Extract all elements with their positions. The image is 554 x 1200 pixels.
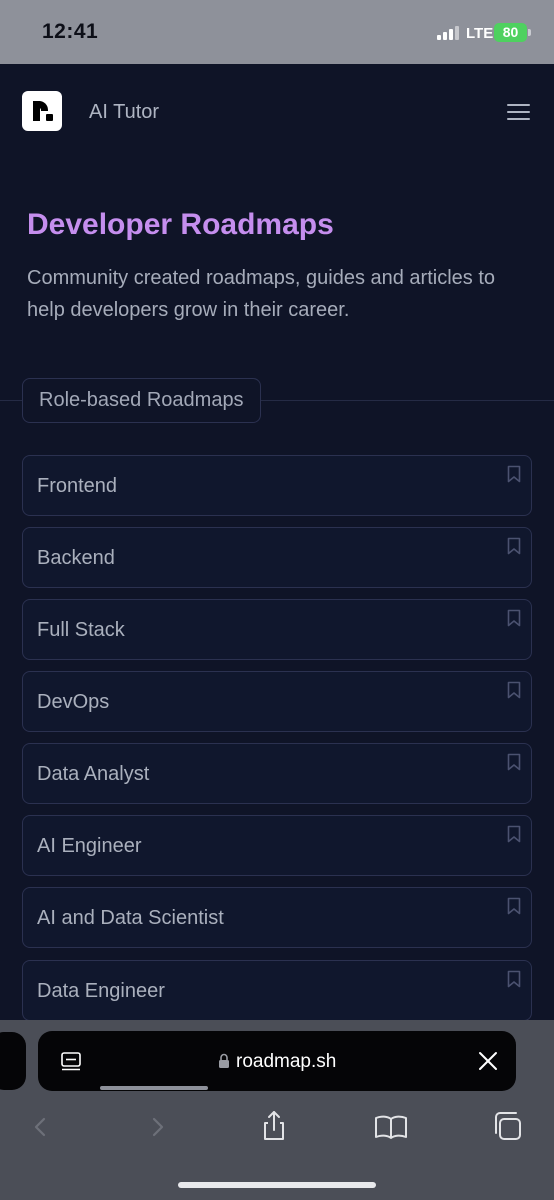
- home-indicator[interactable]: [178, 1182, 376, 1188]
- app-frame: 12:41 LTE 80 AI Tutor Developer Roadmaps…: [0, 0, 554, 1200]
- section-label: Role-based Roadmaps: [22, 378, 261, 423]
- previous-tab-preview[interactable]: [0, 1032, 26, 1090]
- tab-scroll-indicator: [100, 1086, 208, 1090]
- roadmap-card-backend[interactable]: Backend: [22, 527, 532, 588]
- status-bar: 12:41 LTE 80: [0, 0, 554, 64]
- url-text: roadmap.sh: [236, 1051, 337, 1072]
- address-bar[interactable]: roadmap.sh: [38, 1031, 516, 1091]
- battery-level: 80: [494, 23, 527, 42]
- roadmap-label: DevOps: [37, 691, 110, 713]
- roadmap-card-ai-engineer[interactable]: AI Engineer: [22, 815, 532, 876]
- roadmap-label: Data Analyst: [37, 763, 150, 785]
- lock-icon: [219, 1053, 229, 1068]
- bookmark-icon[interactable]: [507, 537, 521, 555]
- bookmarks-icon[interactable]: [371, 1106, 411, 1146]
- network-type: LTE: [466, 25, 494, 42]
- page-title: Developer Roadmaps: [27, 208, 334, 241]
- roadmap-label: Backend: [37, 547, 115, 569]
- roadmap-label: AI and Data Scientist: [37, 907, 224, 929]
- back-icon[interactable]: [20, 1106, 60, 1146]
- share-icon[interactable]: [254, 1106, 294, 1146]
- page-description: Community created roadmaps, guides and a…: [27, 267, 496, 321]
- bookmark-icon[interactable]: [507, 609, 521, 627]
- roadmap-label: Data Engineer: [37, 980, 165, 1002]
- bookmark-icon[interactable]: [507, 465, 521, 483]
- close-icon[interactable]: [476, 1049, 500, 1073]
- cellular-signal-icon: [437, 26, 459, 40]
- forward-icon[interactable]: [138, 1106, 178, 1146]
- battery-icon: [528, 29, 531, 36]
- roadmap-label: Frontend: [37, 475, 118, 497]
- tabs-icon[interactable]: [489, 1106, 529, 1146]
- browser-toolbar: [0, 1098, 554, 1158]
- roadmap-card-data-engineer[interactable]: Data Engineer: [22, 960, 532, 1021]
- roadmap-card-devops[interactable]: DevOps: [22, 671, 532, 732]
- roadmap-card-ai-data-scientist[interactable]: AI and Data Scientist: [22, 887, 532, 948]
- app-header: AI Tutor: [0, 64, 554, 160]
- roadmap-card-full-stack[interactable]: Full Stack: [22, 599, 532, 660]
- bookmark-icon[interactable]: [507, 753, 521, 771]
- ai-tutor-link[interactable]: AI Tutor: [89, 101, 159, 124]
- roadmap-label: AI Engineer: [37, 835, 142, 857]
- roadmap-label: Full Stack: [37, 619, 125, 641]
- status-time: 12:41: [42, 20, 99, 43]
- roadmap-card-frontend[interactable]: Frontend: [22, 455, 532, 516]
- bookmark-icon[interactable]: [507, 681, 521, 699]
- bookmark-icon[interactable]: [507, 970, 521, 988]
- bookmark-icon[interactable]: [507, 825, 521, 843]
- bookmark-icon[interactable]: [507, 897, 521, 915]
- page-menu-icon[interactable]: [60, 1051, 82, 1073]
- roadmap-logo-icon[interactable]: [22, 91, 62, 131]
- hamburger-menu-icon[interactable]: [507, 102, 531, 122]
- roadmap-card-data-analyst[interactable]: Data Analyst: [22, 743, 532, 804]
